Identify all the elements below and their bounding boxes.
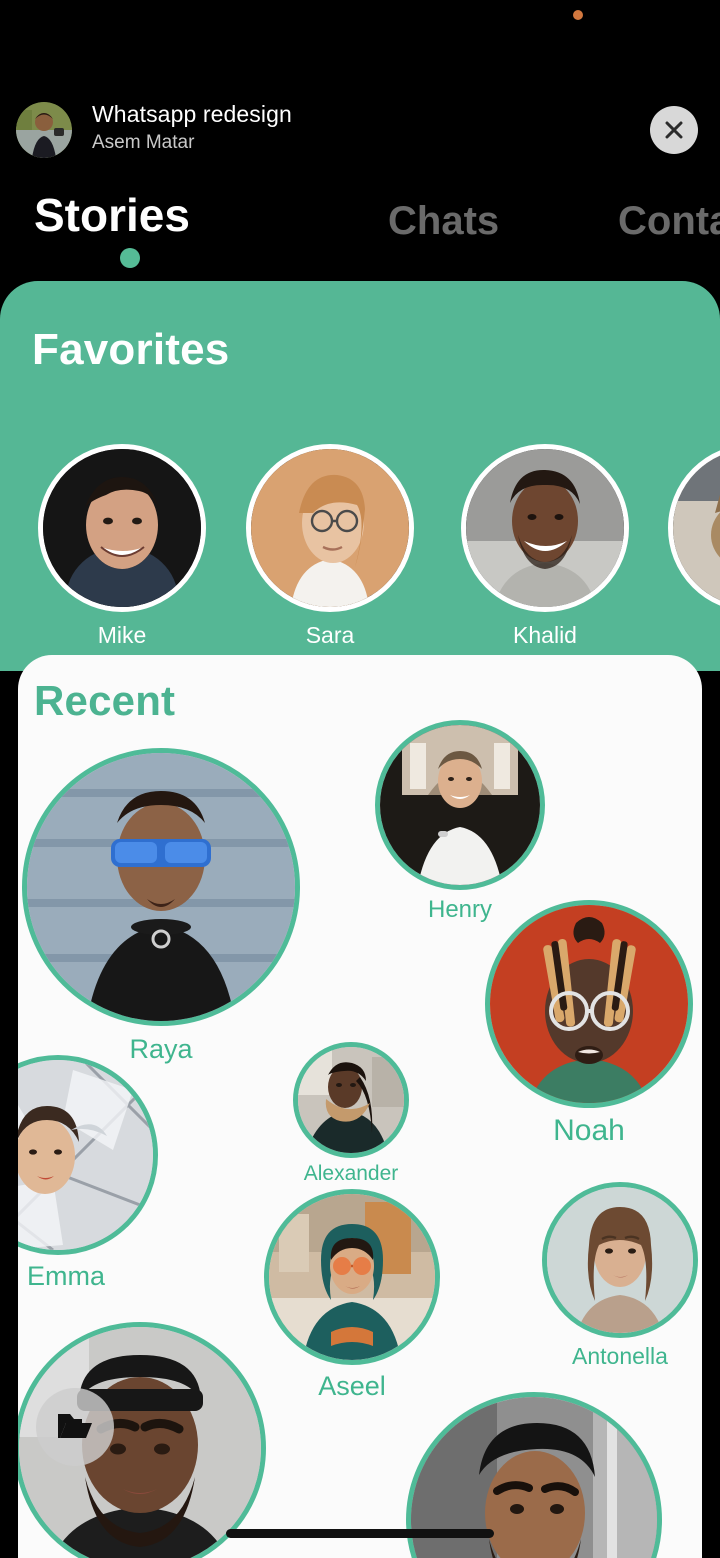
avatar xyxy=(293,1042,409,1158)
avatar xyxy=(461,444,629,612)
close-icon xyxy=(663,119,685,141)
tab-chats[interactable]: Chats xyxy=(388,192,499,250)
favorite-item-partial[interactable] xyxy=(668,444,720,621)
avatar xyxy=(375,720,545,890)
recent-panel: Recent Raya Henry Noah Emma Alexander An… xyxy=(18,655,702,1558)
folder-icon xyxy=(56,1410,94,1445)
recent-name: Alexander xyxy=(303,1162,399,1185)
avatar xyxy=(246,444,414,612)
favorite-item-sara[interactable]: Sara xyxy=(246,444,414,649)
tab-contacts[interactable]: Contacts xyxy=(618,192,720,250)
favorite-name: Sara xyxy=(305,622,355,648)
favorites-title: Favorites xyxy=(32,325,230,374)
favorites-list[interactable]: Mike Sara Khalid xyxy=(0,444,720,654)
favorite-item-mike[interactable]: Mike xyxy=(38,444,206,649)
active-tab-indicator xyxy=(120,248,140,268)
presenter-info: Whatsapp redesign Asem Matar xyxy=(92,98,292,156)
recent-item-raya[interactable]: Raya xyxy=(22,748,300,1064)
favorite-item-khalid[interactable]: Khalid xyxy=(461,444,629,649)
favorites-panel: Favorites Mike Sara Khalid xyxy=(0,281,720,671)
recent-item-alexander[interactable]: Alexander xyxy=(293,1042,409,1185)
recent-name: Antonella xyxy=(572,1343,668,1369)
recent-item-aseel[interactable]: Aseel xyxy=(264,1189,440,1401)
presenter-avatar[interactable] xyxy=(16,102,72,158)
recent-name: Noah xyxy=(553,1114,625,1147)
recent-item-henry[interactable]: Henry xyxy=(375,720,545,923)
app-root: Whatsapp redesign Asem Matar Stories Cha… xyxy=(0,0,720,1558)
favorite-name: Khalid xyxy=(513,622,577,648)
recent-item-antonella[interactable]: Antonella xyxy=(542,1182,698,1369)
avatar xyxy=(542,1182,698,1338)
recent-item-noah[interactable]: Noah xyxy=(485,900,693,1147)
avatar xyxy=(38,444,206,612)
presenter-bar: Whatsapp redesign Asem Matar xyxy=(0,96,720,166)
presentation-title: Whatsapp redesign xyxy=(92,101,292,127)
presenter-author: Asem Matar xyxy=(92,132,195,153)
avatar xyxy=(18,1055,158,1255)
avatar xyxy=(668,444,720,612)
avatar xyxy=(22,748,300,1026)
folder-button[interactable] xyxy=(36,1388,114,1466)
recent-name: Emma xyxy=(26,1261,105,1291)
notification-dot xyxy=(573,10,583,20)
avatar xyxy=(264,1189,440,1365)
close-button[interactable] xyxy=(650,106,698,154)
home-indicator[interactable] xyxy=(226,1529,494,1538)
favorite-name: Mike xyxy=(97,622,147,648)
recent-title: Recent xyxy=(34,677,176,724)
tab-bar: Stories Chats Contacts xyxy=(0,186,720,276)
recent-item-emma[interactable]: Emma xyxy=(18,1055,158,1291)
tab-stories[interactable]: Stories xyxy=(34,186,190,244)
avatar xyxy=(485,900,693,1108)
